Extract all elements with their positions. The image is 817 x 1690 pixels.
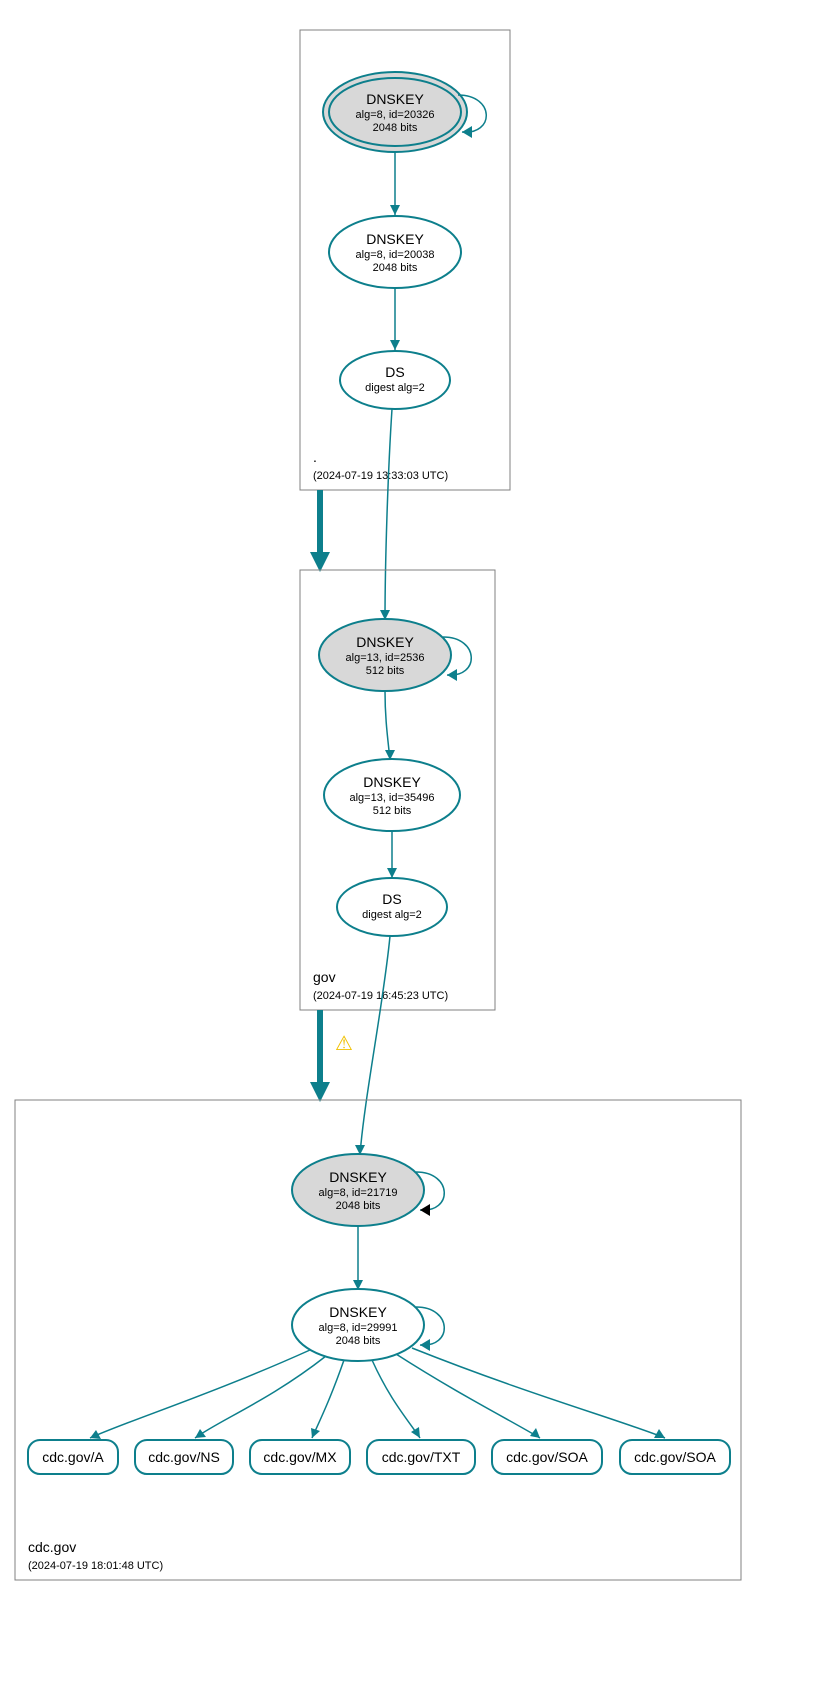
- svg-text:cdc.gov/SOA: cdc.gov/SOA: [506, 1449, 588, 1465]
- node-gov-ds: DS digest alg=2: [337, 878, 447, 936]
- arrow-delegation-root-gov: [310, 552, 330, 572]
- zone-timestamp-root: (2024-07-19 13:33:03 UTC): [313, 470, 448, 482]
- node-gov-zsk: DNSKEY alg=13, id=35496 512 bits: [324, 759, 460, 831]
- svg-text:2048 bits: 2048 bits: [336, 1200, 381, 1212]
- edge-rootds-govksk: [385, 409, 392, 620]
- node-root-ksk: DNSKEY alg=8, id=20326 2048 bits: [323, 72, 467, 152]
- rrset-ns: cdc.gov/NS: [135, 1440, 233, 1474]
- arrow-govzsk-govds: [387, 868, 397, 878]
- arrow-root-ksk-selfloop: [462, 126, 472, 138]
- edge-govksk-govzsk: [385, 691, 390, 760]
- zone-name-root: .: [313, 449, 317, 465]
- svg-text:digest alg=2: digest alg=2: [362, 909, 422, 921]
- svg-text:alg=8, id=29991: alg=8, id=29991: [319, 1322, 398, 1334]
- svg-text:cdc.gov/SOA: cdc.gov/SOA: [634, 1449, 716, 1465]
- warning-icon: ⚠: [335, 1033, 353, 1055]
- arrow-cdc-zsk-selfloop: [420, 1339, 430, 1351]
- svg-text:alg=13, id=35496: alg=13, id=35496: [349, 792, 434, 804]
- node-root-zsk: DNSKEY alg=8, id=20038 2048 bits: [329, 216, 461, 288]
- rrset-soa-1: cdc.gov/SOA: [492, 1440, 602, 1474]
- svg-text:2048 bits: 2048 bits: [336, 1335, 381, 1347]
- rrset-a: cdc.gov/A: [28, 1440, 118, 1474]
- edges-cdczsk-rrsets: [90, 1348, 665, 1439]
- svg-text:DS: DS: [385, 364, 404, 380]
- svg-text:512 bits: 512 bits: [373, 805, 412, 817]
- rrset-soa-2: cdc.gov/SOA: [620, 1440, 730, 1474]
- svg-text:DS: DS: [382, 891, 401, 907]
- arrow-gov-ksk-selfloop: [447, 669, 457, 681]
- svg-text:DNSKEY: DNSKEY: [366, 91, 424, 107]
- edge-govds-cdcksk: [360, 936, 390, 1155]
- svg-text:digest alg=2: digest alg=2: [365, 382, 425, 394]
- rrset-mx: cdc.gov/MX: [250, 1440, 350, 1474]
- svg-text:alg=8, id=20038: alg=8, id=20038: [356, 249, 435, 261]
- zone-name-cdc: cdc.gov: [28, 1539, 76, 1555]
- zone-timestamp-cdc: (2024-07-19 18:01:48 UTC): [28, 1560, 163, 1572]
- svg-text:DNSKEY: DNSKEY: [363, 774, 421, 790]
- svg-text:alg=8, id=21719: alg=8, id=21719: [319, 1187, 398, 1199]
- arrow-rootzsk-rootds: [390, 340, 400, 350]
- svg-text:DNSKEY: DNSKEY: [356, 634, 414, 650]
- svg-text:cdc.gov/A: cdc.gov/A: [42, 1449, 104, 1465]
- svg-text:2048 bits: 2048 bits: [373, 122, 418, 134]
- arrow-cdc-ksk-selfloop: [420, 1204, 430, 1216]
- svg-text:512 bits: 512 bits: [366, 665, 405, 677]
- arrow-delegation-gov-cdc: [310, 1082, 330, 1102]
- node-root-ds: DS digest alg=2: [340, 351, 450, 409]
- arrow-rootksk-rootzsk: [390, 205, 400, 215]
- zone-name-gov: gov: [313, 969, 336, 985]
- zone-timestamp-gov: (2024-07-19 16:45:23 UTC): [313, 990, 448, 1002]
- svg-text:cdc.gov/NS: cdc.gov/NS: [148, 1449, 220, 1465]
- svg-text:DNSKEY: DNSKEY: [329, 1304, 387, 1320]
- svg-text:DNSKEY: DNSKEY: [329, 1169, 387, 1185]
- rrset-txt: cdc.gov/TXT: [367, 1440, 475, 1474]
- node-gov-ksk: DNSKEY alg=13, id=2536 512 bits: [319, 619, 451, 691]
- svg-text:alg=8, id=20326: alg=8, id=20326: [356, 109, 435, 121]
- svg-text:DNSKEY: DNSKEY: [366, 231, 424, 247]
- node-cdc-zsk: DNSKEY alg=8, id=29991 2048 bits: [292, 1289, 424, 1361]
- svg-text:alg=13, id=2536: alg=13, id=2536: [346, 652, 425, 664]
- node-cdc-ksk: DNSKEY alg=8, id=21719 2048 bits: [292, 1154, 424, 1226]
- svg-text:cdc.gov/TXT: cdc.gov/TXT: [382, 1449, 461, 1465]
- svg-text:2048 bits: 2048 bits: [373, 262, 418, 274]
- svg-text:cdc.gov/MX: cdc.gov/MX: [263, 1449, 337, 1465]
